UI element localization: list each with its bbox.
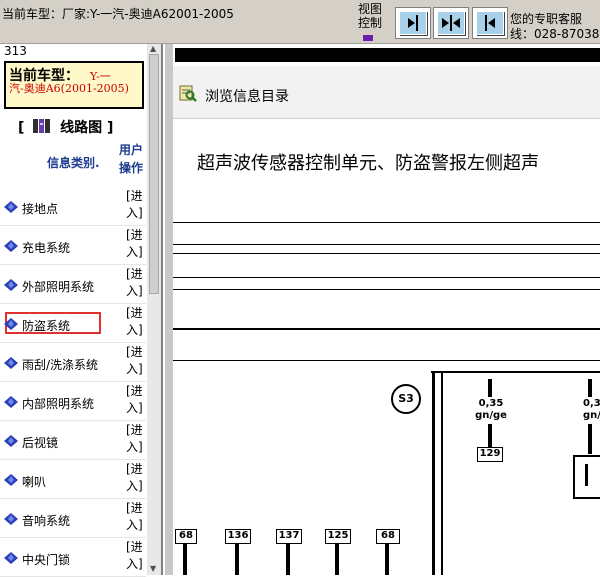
column-header-category: 信息类别. (47, 156, 100, 170)
pin-68: 68 (376, 529, 400, 544)
browse-directory-button[interactable]: 浏览信息目录 (205, 86, 289, 106)
arrow-left-icon (485, 15, 495, 31)
diagram-line (441, 371, 443, 575)
category-label[interactable]: 充电系统 (22, 239, 70, 256)
view-control-label: 视图 控制 (358, 2, 383, 30)
category-label[interactable]: 防盗系统 (22, 317, 70, 334)
sidebar: 313 当前车型： Y-一 汽-奥迪A6(2001-2005) [ 线路图 ] … (0, 44, 163, 577)
list-item[interactable]: 中央门锁 [进入] (0, 537, 146, 577)
pin-125: 125 (325, 529, 351, 544)
enter-link[interactable]: [进入] (126, 461, 144, 495)
pin-68: 68 (175, 529, 197, 544)
category-label[interactable]: 中央门锁 (22, 551, 70, 568)
wiring-diagram: 超声波传感器控制单元、防盗警报左侧超声 S3 0,35 gn/ge 129 0,… (173, 119, 600, 575)
list-item[interactable]: 后视镜 [进入] (0, 420, 146, 460)
diagram-line (173, 289, 600, 290)
content-header-bar (175, 48, 600, 62)
column-header-action: 用户操作 (119, 143, 144, 175)
fit-view-button[interactable] (433, 7, 469, 39)
pin-136: 136 (225, 529, 251, 544)
diamond-bullet-icon (4, 357, 18, 369)
enter-link[interactable]: [进入] (126, 422, 144, 456)
current-model-box: 当前车型： Y-一 汽-奥迪A6(2001-2005) (4, 61, 144, 109)
previous-button[interactable] (472, 7, 508, 39)
enter-link[interactable]: [进入] (126, 539, 144, 573)
arrow-right-icon (408, 15, 418, 31)
wire-label-left: 0,35 gn/ge (475, 398, 507, 421)
content-panel: 浏览信息目录 超声波传感器控制单元、防盗警报左侧超声 S3 0,35 gn/ge… (165, 44, 600, 575)
diagram-line (173, 244, 600, 245)
diamond-bullet-icon (4, 552, 18, 564)
browse-directory-icon[interactable] (179, 84, 197, 102)
diagram-title: 超声波传感器控制单元、防盗警报左侧超声 (197, 153, 539, 174)
content-toolbar: 浏览信息目录 (173, 66, 600, 119)
top-bar: 当前车型：厂家:Y-一汽-奥迪A62001-2005 视图 控制 您的专职客服 … (0, 0, 600, 44)
enter-link[interactable]: [进入] (126, 344, 144, 378)
arrows-inward-icon (442, 15, 460, 31)
diagram-line (173, 253, 600, 254)
pin-137: 137 (276, 529, 302, 544)
diagram-line (173, 360, 600, 361)
diamond-bullet-icon (4, 474, 18, 486)
enter-link[interactable]: [进入] (126, 305, 144, 339)
wire-label-right: 0,3 gn/ (583, 398, 600, 421)
scrollbar-thumb[interactable] (149, 54, 159, 294)
list-item[interactable]: 内部照明系统 [进入] (0, 381, 146, 421)
enter-link[interactable]: [进入] (126, 266, 144, 300)
fuse-s3: S3 (391, 384, 421, 414)
book-icon (33, 119, 51, 133)
diagram-line (173, 222, 600, 223)
category-label[interactable]: 雨刮/洗涤系统 (22, 356, 98, 373)
enter-link[interactable]: [进入] (126, 188, 144, 222)
diagram-line (173, 328, 600, 330)
list-item[interactable]: 充电系统 [进入] (0, 225, 146, 265)
category-label[interactable]: 喇叭 (22, 473, 46, 490)
enter-link[interactable]: [进入] (126, 383, 144, 417)
list-item[interactable]: 接地点 [进入] (0, 186, 146, 226)
next-button[interactable] (395, 7, 431, 39)
connector-129: 129 (477, 447, 503, 462)
category-label[interactable]: 后视镜 (22, 434, 58, 451)
enter-link[interactable]: [进入] (126, 500, 144, 534)
diamond-bullet-icon (4, 240, 18, 252)
diagram-line (431, 371, 600, 373)
category-label[interactable]: 音响系统 (22, 512, 70, 529)
diamond-bullet-icon (4, 435, 18, 447)
diamond-bullet-icon (4, 318, 18, 330)
diamond-bullet-icon (4, 513, 18, 525)
service-label: 您的专职客服 (510, 12, 583, 26)
enter-link[interactable]: [进入] (126, 227, 144, 261)
wiring-diagram-title: [ 线路图 ] (18, 119, 114, 136)
list-item[interactable]: 雨刮/洗涤系统 [进入] (0, 342, 146, 382)
category-label[interactable]: 接地点 (22, 200, 58, 217)
list-item[interactable]: 音响系统 [进入] (0, 498, 146, 538)
current-model-title: 当前车型：厂家:Y-一汽-奥迪A62001-2005 (2, 7, 234, 21)
list-item-selected[interactable]: 防盗系统 [进入] (0, 303, 146, 343)
diagram-line (173, 277, 600, 278)
list-item[interactable]: 喇叭 [进入] (0, 459, 146, 499)
item-code: 313 (4, 44, 27, 58)
category-label[interactable]: 外部照明系统 (22, 278, 94, 295)
list-item[interactable]: 外部照明系统 [进入] (0, 264, 146, 304)
sidebar-scrollbar[interactable]: ▲ ▼ (147, 44, 161, 575)
splitter[interactable] (165, 44, 173, 575)
category-label[interactable]: 内部照明系统 (22, 395, 94, 412)
diamond-bullet-icon (4, 396, 18, 408)
diamond-bullet-icon (4, 279, 18, 291)
scroll-up-icon[interactable]: ▲ (150, 44, 156, 53)
view-control-marker (363, 35, 373, 41)
scroll-down-icon[interactable]: ▼ (150, 564, 156, 573)
service-hotline: 线：028-870382 (510, 27, 600, 41)
diamond-bullet-icon (4, 201, 18, 213)
diagram-line (432, 371, 435, 575)
current-model-value-2: 汽-奥迪A6(2001-2005) (9, 82, 129, 95)
